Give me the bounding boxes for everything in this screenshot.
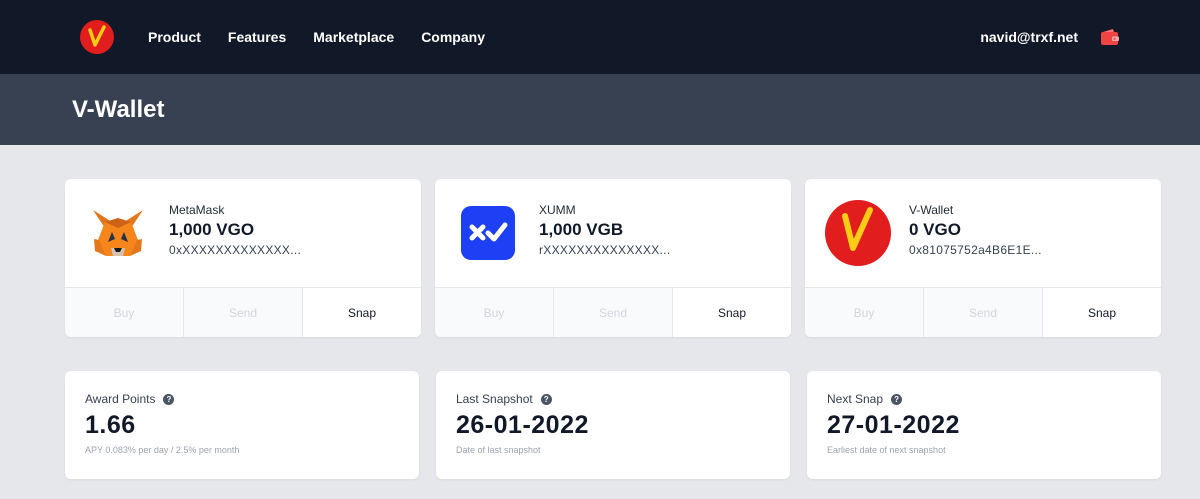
stat-subtext: APY 0.083% per day / 2.5% per month [85,445,240,455]
snap-button[interactable]: Snap [1043,288,1161,337]
wallet-name: V-Wallet [909,203,954,217]
send-button[interactable]: Send [184,288,303,337]
nav-link-company[interactable]: Company [421,29,485,45]
stat-value: 1.66 [85,411,136,439]
wallet-actions: Buy Send Snap [805,287,1161,337]
stat-subtext: Earliest date of next snapshot [827,445,946,455]
wallet-card-metamask: MetaMask 1,000 VGO 0xXXXXXXXXXXXXX... Bu… [65,179,421,337]
nav-link-marketplace[interactable]: Marketplace [313,29,394,45]
nav-link-product[interactable]: Product [148,29,201,45]
stat-card-last-snapshot: Last Snapshot ? 26-01-2022 Date of last … [436,371,790,479]
send-button[interactable]: Send [554,288,673,337]
snap-button[interactable]: Snap [303,288,421,337]
wallet-actions: Buy Send Snap [65,287,421,337]
buy-button[interactable]: Buy [435,288,554,337]
metamask-fox-icon [90,205,146,261]
v-wallet-icon [825,200,891,266]
wallet-icon[interactable] [1100,27,1120,47]
stat-subtext: Date of last snapshot [456,445,541,455]
wallet-balance: 0 VGO [909,220,961,239]
wallet-address: rXXXXXXXXXXXXXX... [539,243,671,257]
wallet-balance: 1,000 VGB [539,220,624,239]
stat-value: 27-01-2022 [827,411,960,439]
wallet-address: 0xXXXXXXXXXXXXX... [169,243,302,257]
top-navigation: Product Features Marketplace Company nav… [0,0,1200,74]
stat-label: Next Snap [827,392,884,406]
help-icon[interactable]: ? [540,393,552,405]
help-icon[interactable]: ? [891,393,903,405]
help-icon[interactable]: ? [163,393,175,405]
stat-value: 26-01-2022 [456,411,589,439]
page-title: V-Wallet [72,95,165,123]
stat-label: Last Snapshot [456,392,533,406]
stats-cards: Award Points ? 1.66 APY 0.083% per day /… [65,371,1161,479]
page-header: V-Wallet [0,74,1200,145]
wallet-name: MetaMask [169,203,225,217]
wallet-name: XUMM [539,203,576,217]
stat-card-award-points: Award Points ? 1.66 APY 0.083% per day /… [65,371,419,479]
xumm-icon [460,205,516,261]
wallet-card-v-wallet: V-Wallet 0 VGO 0x81075752a4B6E1E... Buy … [805,179,1161,337]
buy-button[interactable]: Buy [65,288,184,337]
wallet-card-xumm: XUMM 1,000 VGB rXXXXXXXXXXXXXX... Buy Se… [435,179,791,337]
wallet-actions: Buy Send Snap [435,287,791,337]
send-button[interactable]: Send [924,288,1043,337]
nav-user-area: navid@trxf.net [980,0,1120,74]
stat-label: Award Points [85,392,156,406]
v-logo-icon[interactable] [80,20,114,54]
wallet-address: 0x81075752a4B6E1E... [909,243,1042,257]
stat-card-next-snap: Next Snap ? 27-01-2022 Earliest date of … [807,371,1161,479]
wallet-balance: 1,000 VGO [169,220,255,239]
user-email[interactable]: navid@trxf.net [980,29,1078,45]
nav-link-features[interactable]: Features [228,29,286,45]
wallet-cards: MetaMask 1,000 VGO 0xXXXXXXXXXXXXX... Bu… [65,179,1161,337]
nav-links: Product Features Marketplace Company [148,29,485,45]
buy-button[interactable]: Buy [805,288,924,337]
snap-button[interactable]: Snap [673,288,791,337]
